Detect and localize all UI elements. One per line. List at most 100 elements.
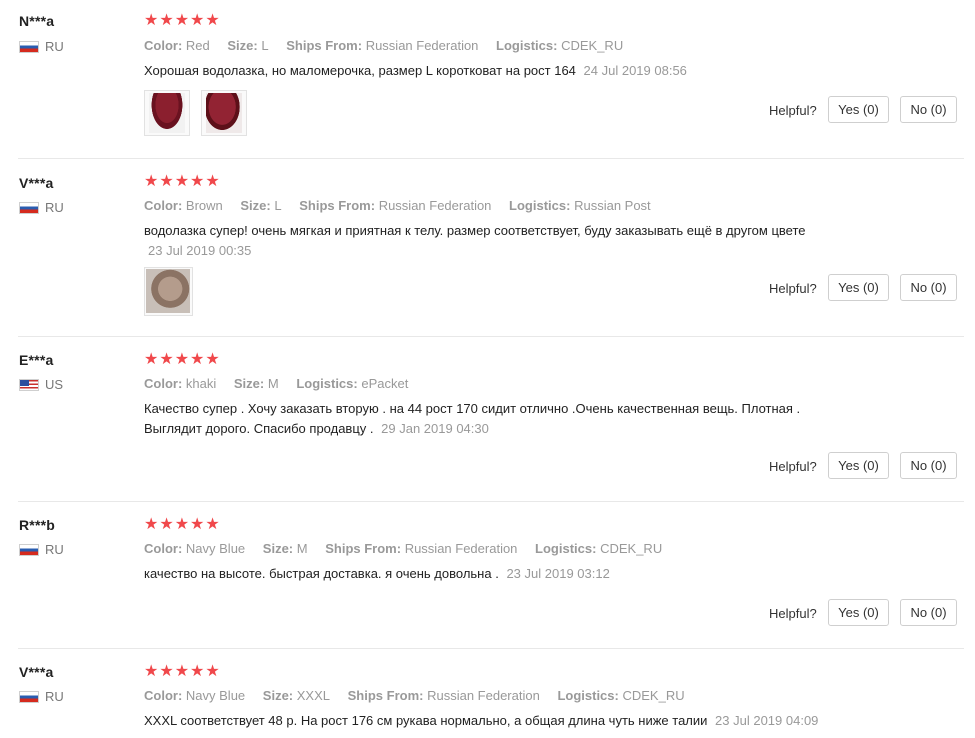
review-meta: Color: Navy Blue Size: XXXL Ships From: … [144,688,699,703]
meta-value: Brown [185,198,223,213]
meta-value: Russian Federation [404,541,518,556]
review-content: качество на высоте. быстрая доставка. я … [144,566,499,581]
meta-key: Color: [144,38,183,53]
meta-value: M [296,541,308,556]
meta-value: XXXL [296,688,330,703]
reviewer-country: RU [19,200,64,215]
review-text: XXXL соответствует 48 р. На рост 176 см … [144,711,859,731]
review-meta: Color: khaki Size: M Logistics: ePacket [144,376,422,391]
country-code: RU [45,39,64,54]
review-meta: Color: Red Size: L Ships From: Russian F… [144,38,637,53]
reviewer-country: RU [19,39,64,54]
helpful-yes-button[interactable]: Yes (0) [828,96,889,123]
reviewer-country: RU [19,542,64,557]
meta-key: Logistics: [509,198,571,213]
meta-value: L [274,198,282,213]
helpful-no-button[interactable]: No (0) [900,452,957,479]
red-sweater-photo [206,93,242,133]
review-content: Хорошая водолазка, но маломерочка, разме… [144,63,576,78]
meta-key: Color: [144,541,183,556]
country-code: RU [45,542,64,557]
meta-key: Size: [240,198,271,213]
helpful-no-button[interactable]: No (0) [900,274,957,301]
country-code: RU [45,200,64,215]
country-code: US [45,377,64,392]
meta-value: Russian Post [574,198,651,213]
meta-value: CDEK_RU [622,688,685,703]
meta-value: Russian Federation [427,688,540,703]
reviewer-country: US [19,377,63,392]
meta-key: Ships From: [325,541,402,556]
meta-value: ePacket [361,376,409,391]
helpful-yes-button[interactable]: Yes (0) [828,274,889,301]
red-sweater-photo [149,93,185,133]
helpful-no-button[interactable]: No (0) [900,96,957,123]
review-date: 23 Jul 2019 00:35 [148,243,252,258]
russia-flag-icon [19,543,39,556]
meta-key: Size: [233,376,265,391]
review-photo-thumbnail[interactable] [201,90,247,136]
rating-stars: ★★★★★ [144,351,221,368]
review-item: R***b RU ★★★★★ Color: Navy Blue Size: M … [0,501,965,648]
usa-flag-icon [19,378,39,391]
reviewer-country: RU [19,689,64,704]
helpful-label: Helpful? [769,103,817,118]
reviewer-name: R***b [19,517,56,533]
review-photo-thumbnail[interactable] [144,90,190,136]
meta-key: Logistics: [535,541,597,556]
reviewer-name: V***a [19,175,54,191]
review-date: 23 Jul 2019 04:09 [715,713,819,728]
meta-key: Ships From: [299,198,376,213]
meta-key: Logistics: [496,38,558,53]
meta-key: Ships From: [347,688,424,703]
country-code: RU [45,689,64,704]
review-date: 24 Jul 2019 08:56 [583,63,687,78]
review-item: N***a RU ★★★★★ Color: Red Size: L Ships … [0,0,965,158]
review-content: XXXL соответствует 48 р. На рост 176 см … [144,713,708,728]
meta-value: Russian Federation [365,38,479,53]
reviewer-name: V***a [19,664,54,680]
meta-value: Navy Blue [185,541,246,556]
helpful-yes-button[interactable]: Yes (0) [828,452,889,479]
review-text: водолазка супер! очень мягкая и приятная… [144,221,859,261]
meta-value: Navy Blue [185,688,246,703]
russia-flag-icon [19,690,39,703]
review-meta: Color: Navy Blue Size: M Ships From: Rus… [144,541,676,556]
review-text: качество на высоте. быстрая доставка. я … [144,564,859,584]
meta-key: Color: [144,198,183,213]
review-text: Хорошая водолазка, но маломерочка, разме… [144,61,859,81]
rating-stars: ★★★★★ [144,173,221,190]
helpful-no-button[interactable]: No (0) [900,599,957,626]
review-item: V***a RU ★★★★★ Color: Navy Blue Size: XX… [0,648,965,738]
meta-key: Size: [262,541,294,556]
rating-stars: ★★★★★ [144,12,221,29]
helpful-yes-button[interactable]: Yes (0) [828,599,889,626]
meta-value: M [267,376,279,391]
rating-stars: ★★★★★ [144,516,221,533]
helpful-label: Helpful? [769,281,817,296]
meta-value: Russian Federation [378,198,492,213]
russia-flag-icon [19,201,39,214]
review-item: E***a US ★★★★★ Color: khaki Size: M Logi… [0,336,965,501]
meta-key: Logistics: [296,376,358,391]
meta-value: L [261,38,269,53]
brown-sweater-photo [146,269,190,313]
reviewer-name: N***a [19,13,55,29]
meta-value: CDEK_RU [600,541,663,556]
helpful-label: Helpful? [769,459,817,474]
review-date: 23 Jul 2019 03:12 [506,566,610,581]
meta-value: CDEK_RU [561,38,624,53]
meta-key: Size: [262,688,294,703]
review-meta: Color: Brown Size: L Ships From: Russian… [144,198,665,213]
review-photo-thumbnail[interactable] [144,267,193,316]
rating-stars: ★★★★★ [144,663,221,680]
meta-key: Size: [227,38,258,53]
review-content: водолазка супер! очень мягкая и приятная… [144,223,806,238]
russia-flag-icon [19,40,39,53]
review-item: V***a RU ★★★★★ Color: Brown Size: L Ship… [0,158,965,336]
review-text: Качество супер . Хочу заказать вторую . … [144,399,859,439]
meta-value: Red [185,38,210,53]
meta-value: khaki [185,376,217,391]
meta-key: Color: [144,376,183,391]
review-date: 29 Jan 2019 04:30 [381,421,489,436]
